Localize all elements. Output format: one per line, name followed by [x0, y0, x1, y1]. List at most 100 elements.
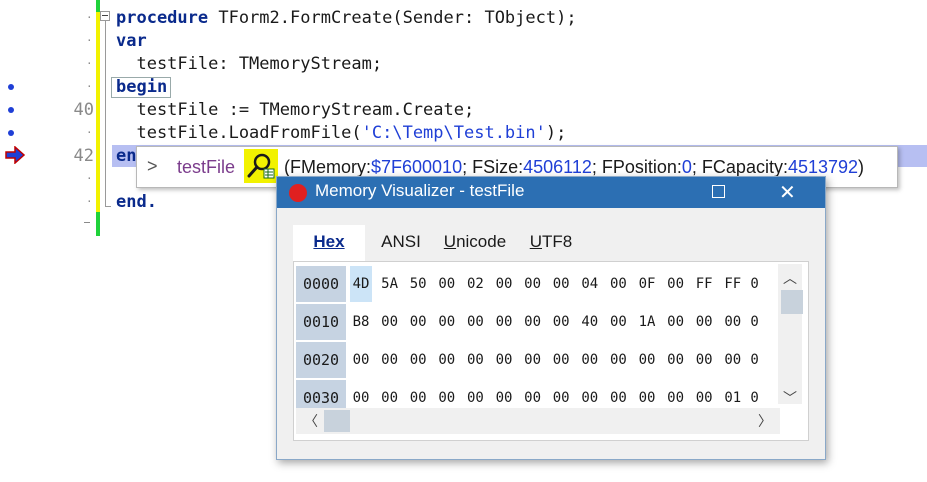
gutter-dot: ·: [86, 57, 93, 70]
hint-variable-name: testFile: [177, 157, 236, 177]
hex-byte-cell[interactable]: 00: [350, 342, 372, 378]
gutter-dot: ·: [86, 34, 93, 47]
hint-field-label: ): [858, 157, 865, 177]
scroll-up-icon[interactable]: ︿: [780, 268, 800, 288]
keyword: begin: [116, 77, 168, 97]
open-visualizer-button[interactable]: [244, 149, 278, 183]
hex-byte-cell[interactable]: 00: [550, 266, 572, 302]
hex-byte-cell[interactable]: 1A: [636, 304, 658, 340]
scroll-down-icon[interactable]: ﹀: [780, 388, 800, 408]
hex-byte-cell[interactable]: 00: [436, 304, 458, 340]
horizontal-scrollbar[interactable]: 〈 〉: [296, 408, 780, 434]
hex-byte-cell[interactable]: 00: [607, 304, 629, 340]
hex-byte-cell[interactable]: 00: [464, 304, 486, 340]
code-line[interactable]: testFile := TMemoryStream.Create;: [116, 99, 474, 121]
hex-byte-cell[interactable]: 02: [464, 266, 486, 302]
hex-byte-cell[interactable]: 00: [407, 304, 429, 340]
hex-byte-cell[interactable]: 00: [665, 266, 687, 302]
hint-field-label: ; FSize:: [462, 157, 524, 177]
vertical-scrollbar[interactable]: ︿ ﹀: [778, 264, 803, 406]
hex-byte-cell[interactable]: 00: [665, 304, 687, 340]
code-line[interactable]: testFile: TMemoryStream;: [116, 53, 382, 75]
hex-byte-cell[interactable]: 00: [379, 304, 401, 340]
keyword: var: [116, 31, 147, 51]
hex-byte-cell[interactable]: 00: [436, 266, 458, 302]
code-fold-toggle[interactable]: [100, 11, 110, 21]
tab-utf8[interactable]: UTF8: [521, 225, 581, 261]
hex-byte-cell[interactable]: 00: [464, 342, 486, 378]
hex-byte-cell[interactable]: 4D: [350, 266, 372, 302]
hex-byte-cell[interactable]: 00: [607, 342, 629, 378]
tab-hex[interactable]: Hex: [293, 225, 365, 261]
hint-field-value: 4506112: [523, 157, 592, 177]
hex-byte-cell[interactable]: 00: [579, 342, 601, 378]
hex-byte-cell[interactable]: 0: [750, 304, 762, 340]
gutter-dot: ·: [86, 11, 93, 24]
hex-byte-cell[interactable]: FF: [693, 266, 715, 302]
code-line[interactable]: procedure TForm2.FormCreate(Sender: TObj…: [116, 7, 577, 29]
hex-byte-cell[interactable]: 00: [722, 304, 744, 340]
scroll-right-icon[interactable]: 〉: [758, 411, 772, 431]
hex-byte-cell[interactable]: 0F: [636, 266, 658, 302]
tab-ansi[interactable]: ANSI: [371, 225, 431, 261]
hex-byte-cell[interactable]: FF: [722, 266, 744, 302]
keyword: procedure: [116, 8, 209, 28]
hex-grid[interactable]: 0000 4D 5A 50 00 02 00 00 00 04 00 0F 00 FF FF 0 0010 B8 0…: [293, 261, 809, 441]
hex-byte-cell[interactable]: 00: [636, 342, 658, 378]
gutter-dot: ·: [86, 172, 93, 185]
hex-byte-cell[interactable]: 00: [522, 342, 544, 378]
hex-byte-cell[interactable]: 00: [493, 266, 515, 302]
row-address: 0000: [296, 266, 346, 302]
code-line[interactable]: begin: [116, 76, 167, 98]
scroll-left-icon[interactable]: 〈: [304, 411, 318, 431]
code-line[interactable]: en: [116, 145, 136, 167]
code-line[interactable]: var: [116, 30, 147, 52]
code-text: testFile := TMemoryStream.Create;: [116, 100, 475, 120]
vertical-scroll-thumb[interactable]: [781, 290, 803, 314]
code-line[interactable]: testFile.LoadFromFile('C:\Temp\Test.bin'…: [116, 122, 566, 144]
close-icon[interactable]: ✕: [779, 180, 796, 205]
hex-byte-cell[interactable]: 00: [522, 304, 544, 340]
expand-chevron-icon[interactable]: >: [147, 156, 158, 177]
hex-byte-cell[interactable]: 00: [722, 342, 744, 378]
hint-field-label: ; FCapacity:: [691, 157, 788, 177]
hex-byte-cell[interactable]: 5A: [379, 266, 401, 302]
hex-byte-cell[interactable]: 00: [436, 342, 458, 378]
maximize-button[interactable]: [712, 185, 725, 198]
hex-byte-cell[interactable]: 50: [407, 266, 429, 302]
executable-line-dot[interactable]: [8, 84, 14, 90]
hex-byte-cell[interactable]: B8: [350, 304, 372, 340]
hex-byte-cell[interactable]: 00: [665, 342, 687, 378]
hex-byte-cell[interactable]: 00: [550, 342, 572, 378]
hex-byte-cell[interactable]: 0: [750, 266, 762, 302]
code-line[interactable]: end.: [116, 191, 157, 213]
hex-byte-cell[interactable]: 00: [522, 266, 544, 302]
keyword: en: [116, 146, 137, 166]
executable-line-dot[interactable]: [8, 130, 14, 136]
hex-byte-cell[interactable]: 00: [493, 342, 515, 378]
hex-byte-cell[interactable]: 00: [550, 304, 572, 340]
line-number: 40: [73, 100, 94, 120]
hex-byte-cell[interactable]: 00: [493, 304, 515, 340]
hex-byte-cell[interactable]: 00: [379, 342, 401, 378]
hint-value: (FMemory:$7F600010; FSize:4506112; FPosi…: [284, 157, 864, 178]
memory-visualizer-window[interactable]: Memory Visualizer - testFile ✕ Hex ANSI …: [276, 176, 826, 460]
hex-byte-cell[interactable]: 00: [693, 342, 715, 378]
code-text: );: [545, 123, 567, 143]
hex-byte-cell[interactable]: 04: [579, 266, 601, 302]
horizontal-scroll-thumb[interactable]: [324, 410, 350, 432]
executable-line-dot[interactable]: [8, 107, 14, 113]
hex-byte-cell[interactable]: 0: [750, 342, 762, 378]
tab-unicode[interactable]: Unicode: [435, 225, 515, 261]
hex-byte-cell[interactable]: 40: [579, 304, 601, 340]
gutter-end-marker: [84, 222, 90, 223]
modified-lines-bar: [96, 0, 100, 224]
visualizer-icon: [247, 153, 275, 179]
hex-byte-cell[interactable]: 00: [607, 266, 629, 302]
app-icon: [289, 184, 307, 202]
saved-lines-bar-bottom: [96, 212, 100, 236]
hex-byte-cell[interactable]: 00: [693, 304, 715, 340]
hex-byte-cell[interactable]: 00: [407, 342, 429, 378]
code-text: testFile.LoadFromFile(: [116, 123, 362, 143]
window-title-bar[interactable]: Memory Visualizer - testFile ✕: [277, 177, 825, 208]
